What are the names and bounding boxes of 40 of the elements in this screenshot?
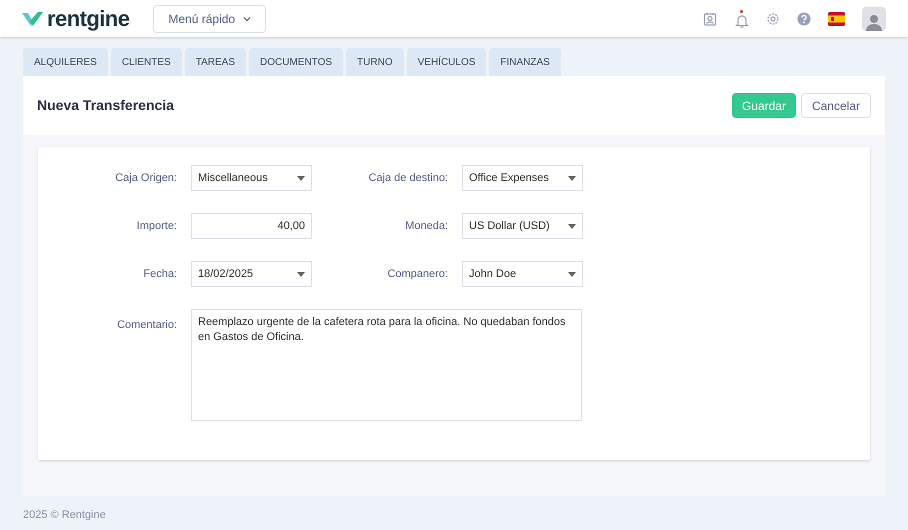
- comment-field[interactable]: Reemplazo urgente de la cafetera rota para la oficina. No quedaban fondos en Gastos de Oficina.: [191, 309, 582, 421]
- field-label: Companero:: [386, 266, 449, 282]
- footer-text: 2025 © Rentgine: [23, 508, 107, 523]
- logo-icon: [22, 10, 44, 26]
- dropdown-caret-icon: [568, 272, 576, 276]
- quick-menu-button[interactable]: Menú rápido: [153, 4, 266, 32]
- contact-card-icon[interactable]: [703, 12, 717, 26]
- dropdown-caret-icon: [568, 176, 576, 180]
- field-label: Caja de destino:: [368, 170, 449, 186]
- bell-icon[interactable]: [734, 14, 748, 28]
- nav-tab[interactable]: TAREAS: [184, 48, 246, 76]
- nav-tab[interactable]: VEHÍCULOS: [406, 48, 486, 76]
- select-field[interactable]: US Dollar (USD): [462, 213, 583, 239]
- dropdown-caret-icon: [297, 176, 305, 180]
- brand-name: rentgine: [47, 8, 130, 30]
- select-field[interactable]: John Doe: [462, 261, 583, 287]
- field-label: Fecha:: [142, 266, 178, 282]
- select-field[interactable]: 18/02/2025: [191, 261, 312, 287]
- user-silhouette-icon: [865, 12, 883, 30]
- field-label: Moneda:: [404, 218, 449, 234]
- page-title: Nueva Transferencia: [37, 96, 174, 115]
- amount-field[interactable]: 40,00: [191, 213, 312, 239]
- select-field[interactable]: Office Expenses: [462, 165, 583, 191]
- nav-tab[interactable]: DOCUMENTOS: [249, 48, 344, 76]
- nav-tab[interactable]: TURNO: [346, 48, 404, 76]
- dropdown-caret-icon: [568, 224, 576, 228]
- dropdown-caret-icon: [297, 272, 305, 276]
- nav-tab[interactable]: CLIENTES: [110, 48, 182, 76]
- chevron-down-icon: [243, 16, 252, 22]
- field-label: Importe:: [136, 218, 178, 234]
- spanish-flag-icon[interactable]: [828, 12, 845, 26]
- select-field[interactable]: Miscellaneous: [191, 165, 312, 191]
- cancel-button[interactable]: Cancelar: [800, 93, 871, 118]
- nav-tab[interactable]: FINANZAS: [489, 48, 561, 76]
- avatar-button[interactable]: [862, 6, 886, 30]
- field-label: Comentario:: [116, 318, 178, 333]
- field-label: Caja Origen:: [114, 170, 178, 186]
- help-icon[interactable]: [797, 12, 811, 26]
- nav-tab[interactable]: ALQUILERES: [23, 48, 108, 76]
- settings-icon[interactable]: [766, 12, 780, 26]
